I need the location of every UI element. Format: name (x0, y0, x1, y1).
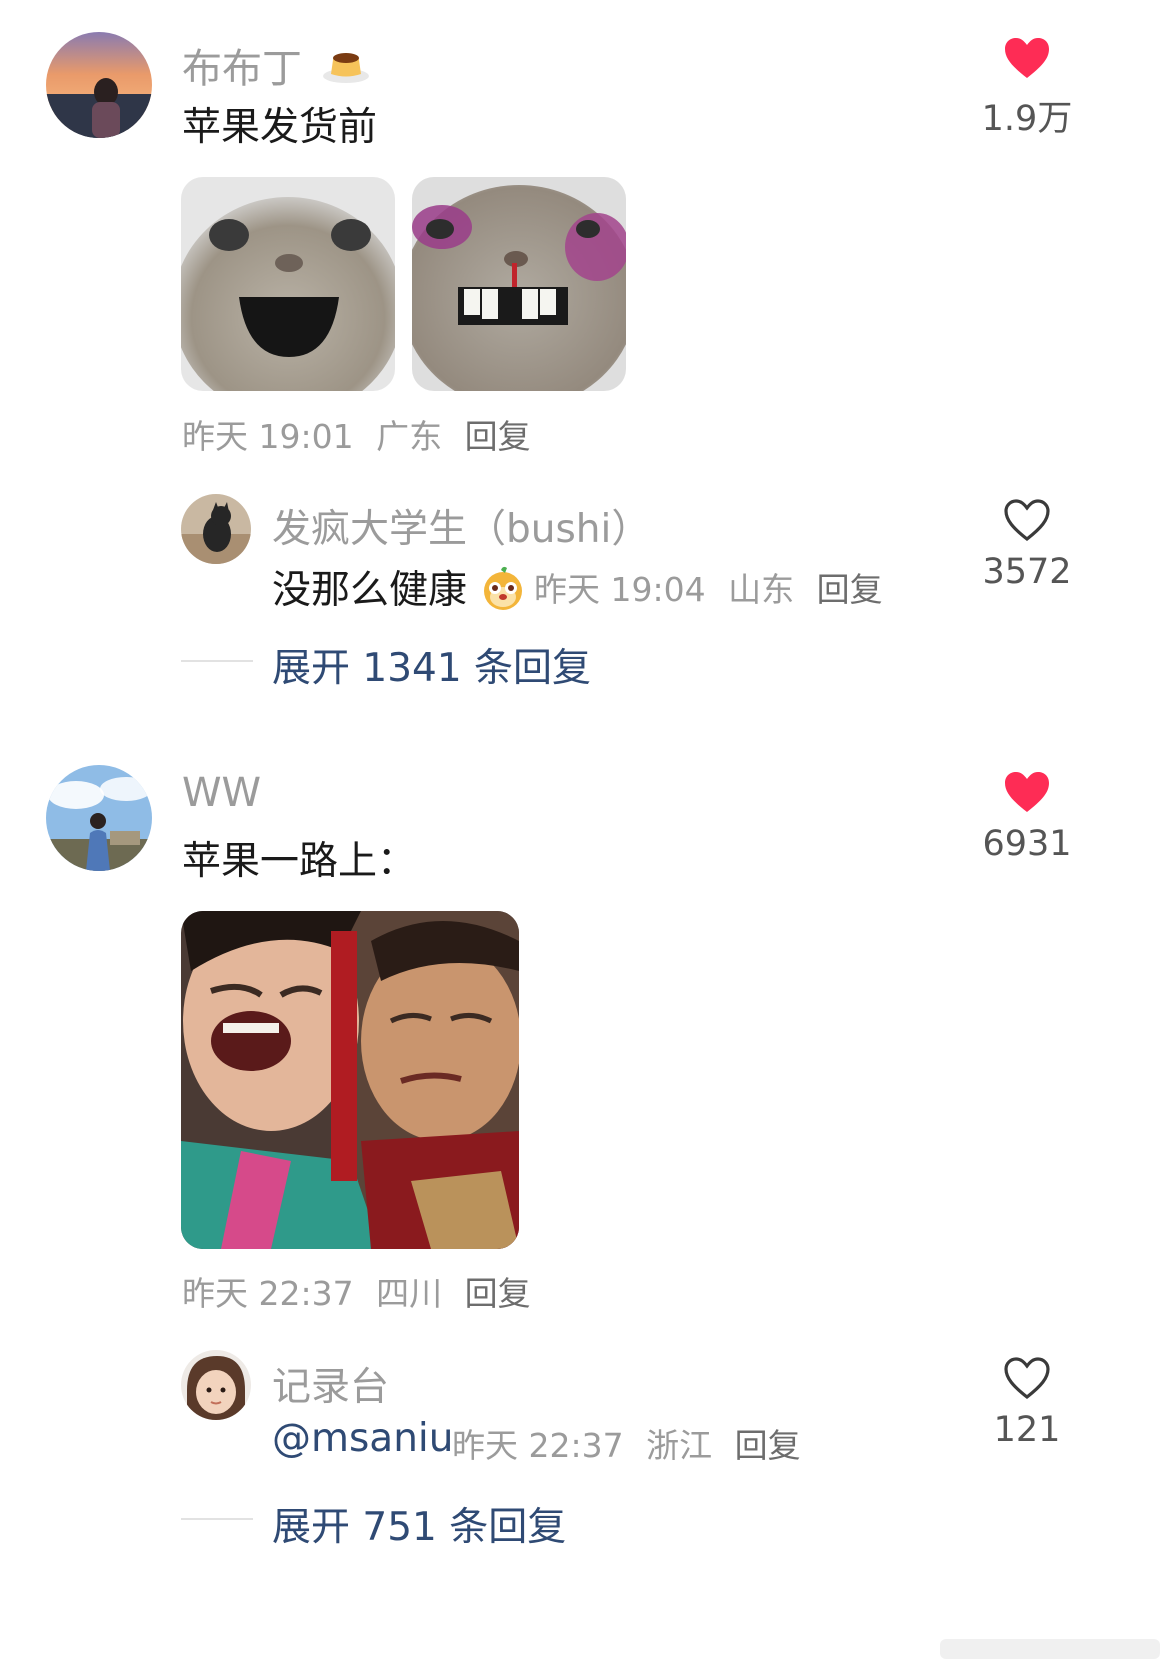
comment-text: 苹果发货前 (182, 105, 378, 150)
heart-outline-icon[interactable] (1003, 1356, 1051, 1400)
like-count: 3572 (982, 552, 1072, 592)
hamster-emoji-icon (479, 564, 527, 622)
avatar[interactable] (46, 765, 152, 871)
heart-filled-icon[interactable] (1003, 36, 1051, 80)
comment-image[interactable] (181, 911, 519, 1249)
reply-content: 没那么健康 (272, 559, 527, 622)
comment-meta: 昨天 19:01 广东 回复 (182, 410, 531, 458)
pudding-icon (321, 46, 371, 96)
reply-time: 昨天 22:37 (452, 1426, 624, 1465)
comment-text: 苹果一路上： (182, 839, 417, 884)
watermark (930, 1631, 1170, 1667)
comment-time: 昨天 22:37 (182, 1274, 354, 1313)
reply-mention[interactable]: @msaniu (272, 1416, 453, 1461)
reply-username[interactable]: 发疯大学生（bushi） (272, 498, 650, 554)
reply-meta: 昨天 19:04 山东 回复 (534, 563, 883, 611)
reply-text: 没那么健康 (272, 568, 468, 613)
like-button[interactable]: 6931 (942, 770, 1112, 864)
reply-location: 浙江 (646, 1426, 713, 1465)
reply-button[interactable]: 回复 (735, 1426, 801, 1465)
heart-filled-icon[interactable] (1003, 770, 1051, 814)
reply-button[interactable]: 回复 (465, 417, 531, 456)
heart-outline-icon[interactable] (1003, 498, 1051, 542)
comment-username[interactable]: 布布丁 (182, 36, 371, 96)
reply-button[interactable]: 回复 (465, 1274, 531, 1313)
like-count: 1.9万 (981, 99, 1073, 139)
comment-meta: 昨天 22:37 四川 回复 (182, 1267, 531, 1315)
avatar[interactable] (181, 1350, 251, 1420)
comment-location: 四川 (376, 1274, 443, 1313)
divider (181, 1518, 253, 1520)
comment-time: 昨天 19:01 (182, 417, 354, 456)
like-count: 6931 (982, 824, 1072, 864)
reply-time: 昨天 19:04 (534, 570, 706, 609)
avatar[interactable] (46, 32, 152, 138)
comment-username[interactable]: WW (182, 770, 261, 816)
expand-replies-button[interactable]: 展开 1341 条回复 (272, 637, 591, 693)
comment-location: 广东 (376, 417, 443, 456)
reply-username[interactable]: 记录台 (272, 1356, 389, 1412)
comment-image[interactable] (412, 177, 626, 391)
expand-replies-button[interactable]: 展开 751 条回复 (272, 1496, 566, 1552)
reply-location: 山东 (728, 570, 795, 609)
like-button[interactable]: 1.9万 (942, 36, 1112, 141)
avatar[interactable] (181, 494, 251, 564)
divider (181, 660, 253, 662)
reply-button[interactable]: 回复 (817, 570, 883, 609)
like-button[interactable]: 121 (942, 1356, 1112, 1450)
like-button[interactable]: 3572 (942, 498, 1112, 592)
comment-image[interactable] (181, 177, 395, 391)
like-count: 121 (993, 1410, 1061, 1450)
username-text[interactable]: 布布丁 (182, 46, 302, 92)
reply-meta: 昨天 22:37 浙江 回复 (452, 1419, 801, 1467)
